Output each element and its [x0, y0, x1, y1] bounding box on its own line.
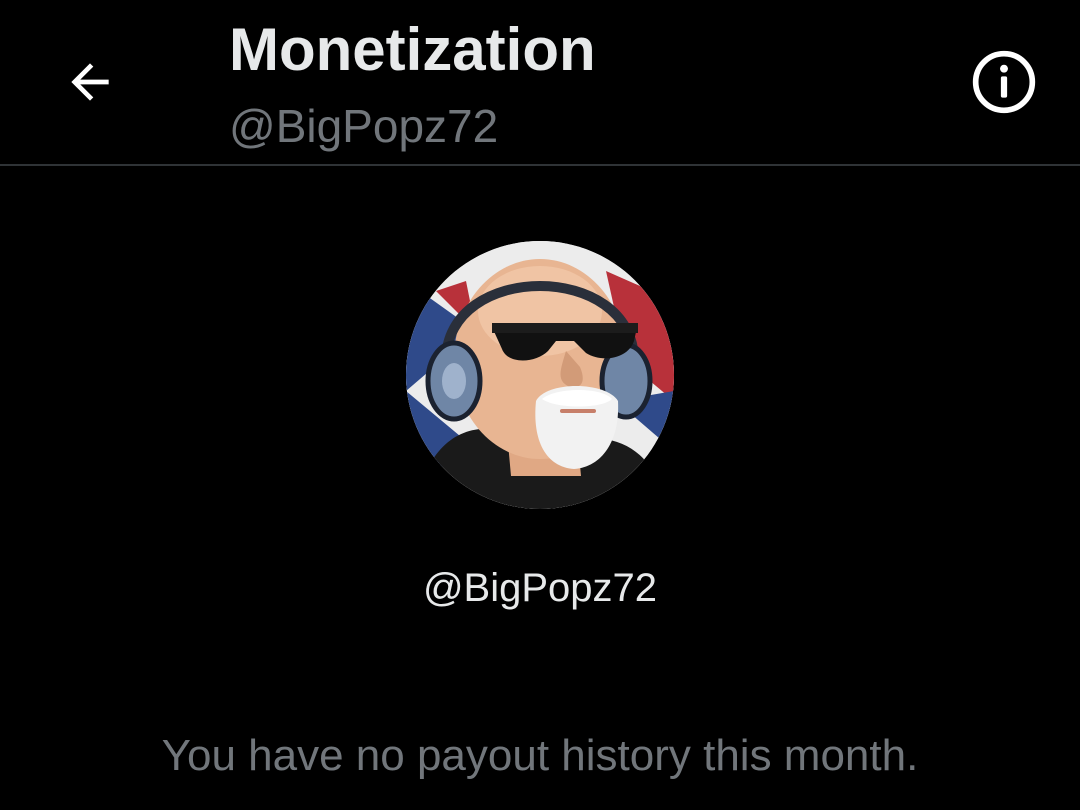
top-app-bar: Monetization @BigPopz72	[0, 0, 1080, 166]
arrow-left-icon	[71, 63, 109, 101]
avatar-illustration	[406, 241, 674, 509]
payout-empty-message: You have no payout history this month.	[161, 731, 919, 780]
info-circle-icon	[972, 50, 1036, 114]
info-button[interactable]	[962, 42, 1046, 122]
page-title: Monetization	[229, 16, 596, 83]
page-subtitle-handle: @BigPopz72	[229, 100, 499, 152]
back-button[interactable]	[50, 42, 130, 122]
profile-avatar[interactable]	[406, 241, 674, 509]
profile-handle: @BigPopz72	[422, 566, 658, 610]
